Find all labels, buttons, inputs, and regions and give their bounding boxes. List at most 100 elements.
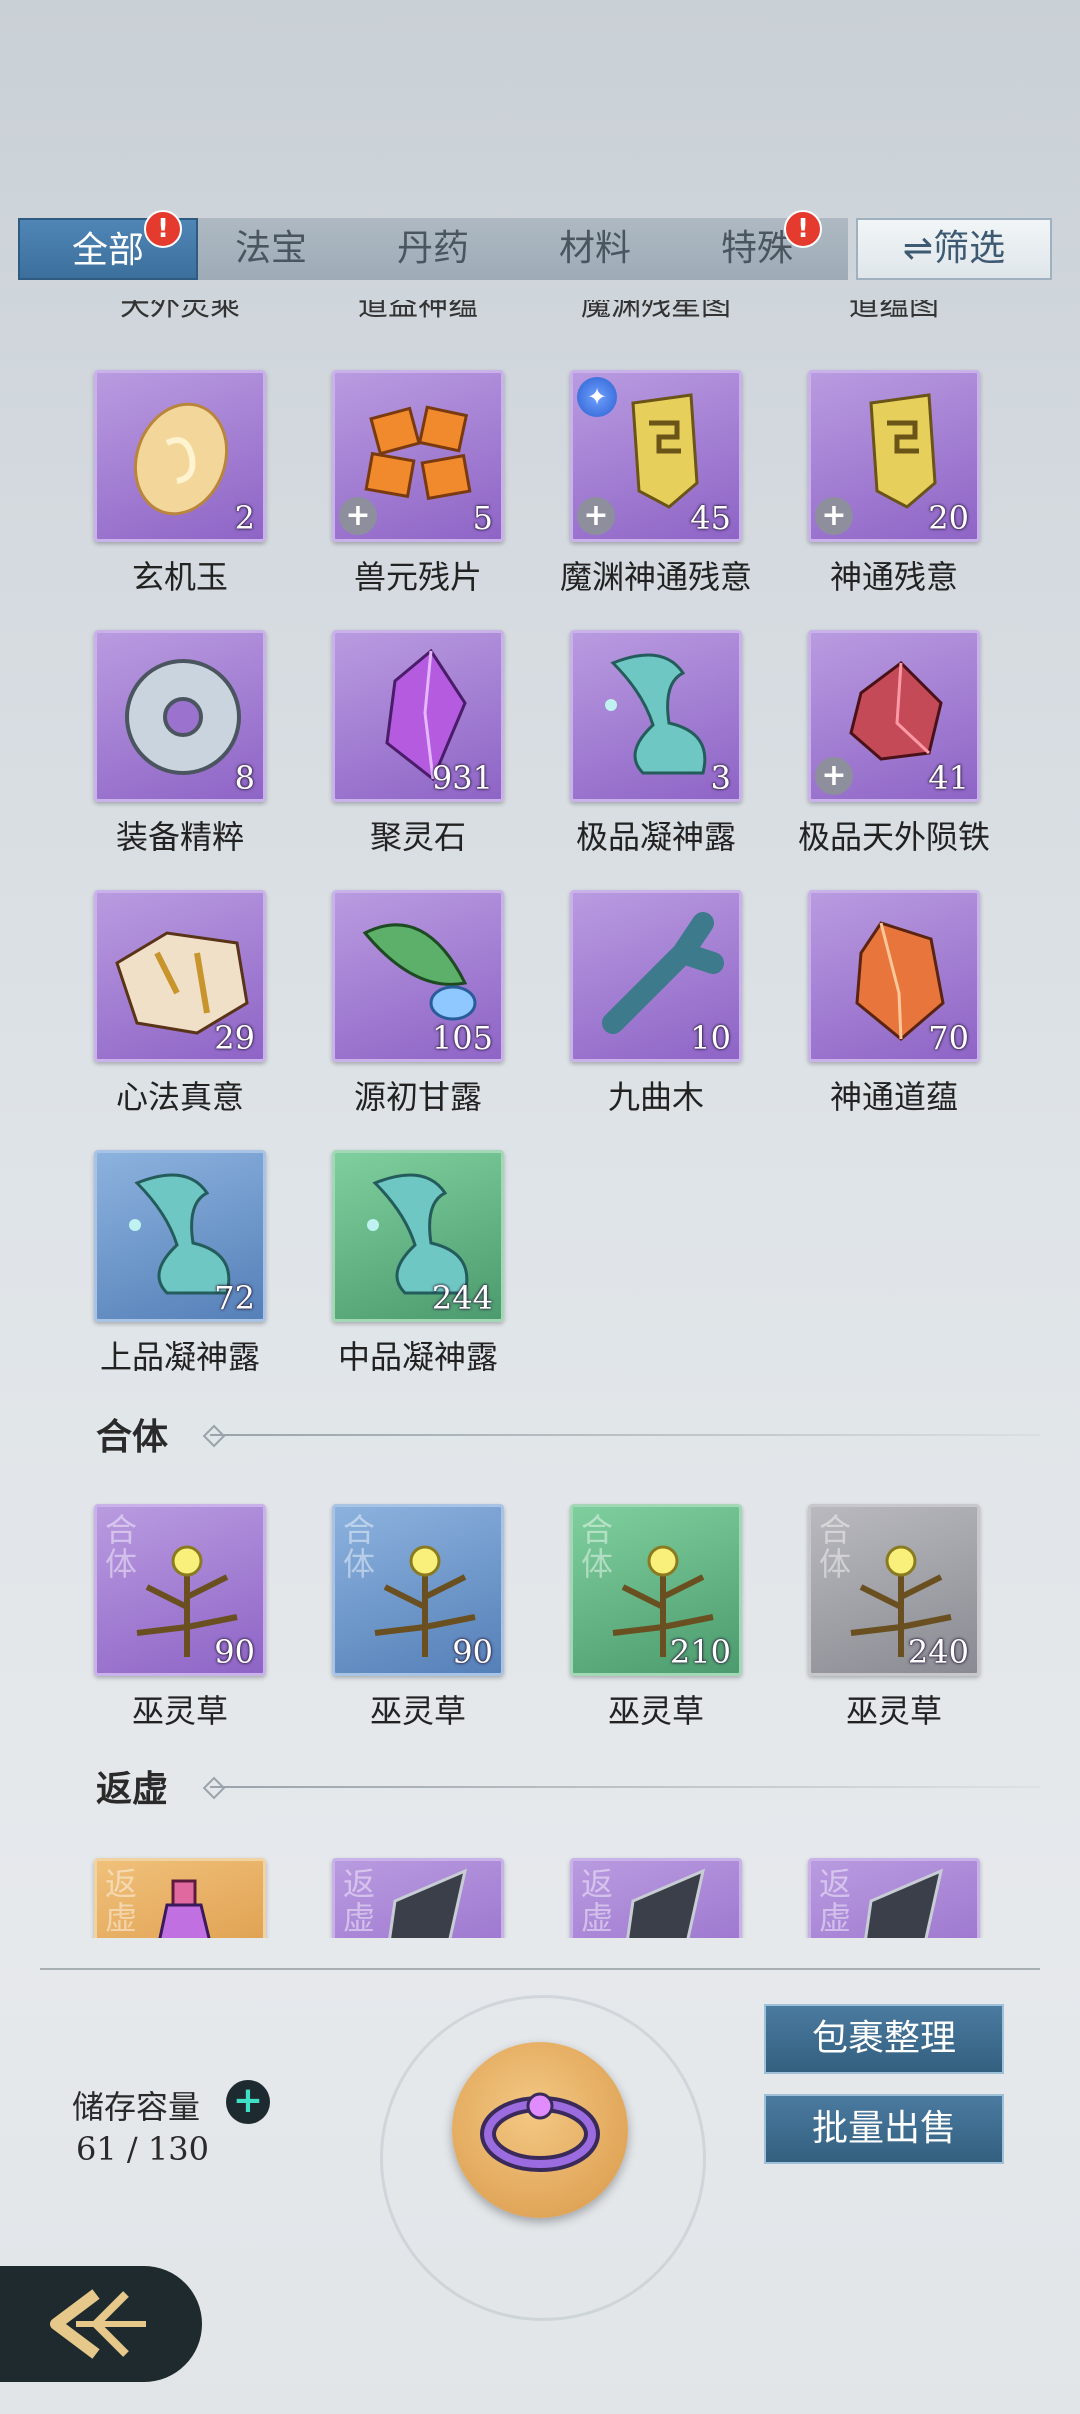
inventory-item[interactable]: 8 装备精粹 [94, 630, 266, 858]
cut-off-item-label: 天外灵乘 [120, 300, 240, 323]
item-name: 兽元残片 [353, 558, 482, 596]
category-tabs: 全部 ! 法宝 丹药 材料 特殊 ! ⇌筛选 [18, 210, 1054, 286]
inventory-item[interactable]: 2 玄机玉 [94, 370, 266, 598]
organize-bag-label: 包裹整理 [811, 2018, 956, 2059]
item-tile: 合体 90 [332, 1504, 504, 1676]
item-tile: 2 [94, 370, 266, 542]
item-tile: ✦ + 45 [570, 370, 742, 542]
inventory-item[interactable]: 合体 240 巫灵草 [808, 1504, 980, 1732]
section-title-heti: 合体 [96, 1416, 169, 1458]
item-tile: 返虚 [94, 1858, 266, 1938]
item-name: 中品凝神露 [337, 1338, 498, 1376]
tab-materials[interactable]: 材料 [505, 218, 685, 280]
tab-all-label: 全部 [71, 230, 144, 271]
tab-artifacts[interactable]: 法宝 [181, 218, 361, 280]
item-tile: 8 [94, 630, 266, 802]
item-name: 源初甘露 [353, 1078, 482, 1116]
item-tile: 合体 210 [570, 1504, 742, 1676]
section-title-fanxu: 返虚 [96, 1768, 169, 1810]
item-name: 巫灵草 [845, 1692, 942, 1730]
item-count: 90 [214, 1633, 255, 1671]
inventory-item[interactable]: + 41 极品天外陨铁 [798, 630, 990, 858]
batch-sell-button[interactable]: 批量出售 [764, 2094, 1004, 2164]
item-tile: 244 [332, 1150, 504, 1322]
inventory-item[interactable]: 3 极品凝神露 [570, 630, 742, 858]
tab-materials-label: 材料 [558, 228, 631, 269]
inventory-item[interactable]: 返虚 [570, 1858, 742, 1938]
tab-special-alert-badge: ! [784, 210, 822, 248]
inventory-item[interactable]: 70 神通道蕴 [808, 890, 980, 1118]
inventory-item[interactable]: ✦ + 45 魔渊神通残意 [560, 370, 752, 598]
inventory-item[interactable]: 返虚 [808, 1858, 980, 1938]
item-tile: 合体 240 [808, 1504, 980, 1676]
item-count: 72 [214, 1279, 255, 1317]
plus-icon: + [577, 497, 615, 535]
item-tile: + 5 [332, 370, 504, 542]
inventory-item[interactable]: 29 心法真意 [94, 890, 266, 1118]
inventory-item[interactable]: 931 聚灵石 [332, 630, 504, 858]
item-tile: 返虚 [570, 1858, 742, 1938]
inventory-scroll-area[interactable]: 天外灵乘 道益神蕴 魔渊残星图 道蕴图 2 玄机玉 + 5 兽元残片 ✦ + 4… [0, 300, 1080, 1938]
cut-off-item-label: 道蕴图 [849, 300, 939, 323]
plus-icon: + [815, 497, 853, 535]
item-tile: 返虚 [332, 1858, 504, 1938]
organize-bag-button[interactable]: 包裹整理 [764, 2004, 1004, 2074]
item-count: 3 [710, 759, 731, 797]
inventory-item[interactable]: 105 源初甘露 [332, 890, 504, 1118]
tab-pills-label: 丹药 [396, 228, 469, 269]
inventory-item[interactable]: 合体 90 巫灵草 [332, 1504, 504, 1732]
footer-divider [40, 1968, 1040, 1970]
item-count: 2 [234, 499, 255, 537]
item-tile: 931 [332, 630, 504, 802]
plus-icon: + [815, 757, 853, 795]
inventory-item[interactable]: + 5 兽元残片 [332, 370, 504, 598]
tab-pills[interactable]: 丹药 [343, 218, 523, 280]
item-tile: 105 [332, 890, 504, 1062]
inventory-item[interactable]: 244 中品凝神露 [332, 1150, 504, 1378]
item-count: 10 [690, 1019, 731, 1057]
item-tile: 29 [94, 890, 266, 1062]
item-tile: 70 [808, 890, 980, 1062]
item-tile: 返虚 [808, 1858, 980, 1938]
item-count: 45 [690, 499, 731, 537]
potion-bottle-icon [158, 1879, 211, 1938]
item-count: 210 [669, 1633, 731, 1671]
inventory-item[interactable]: 合体 210 巫灵草 [570, 1504, 742, 1732]
item-name: 极品凝神露 [575, 818, 736, 856]
dark-shard-icon [626, 1868, 706, 1938]
back-button[interactable] [0, 2266, 202, 2382]
item-name: 巫灵草 [607, 1692, 704, 1730]
inventory-item[interactable]: 10 九曲木 [570, 890, 742, 1118]
special-emblem-icon: ✦ [577, 377, 617, 417]
item-tile: 合体 90 [94, 1504, 266, 1676]
item-count: 20 [928, 499, 969, 537]
item-count: 240 [907, 1633, 969, 1671]
dark-shard-icon [388, 1868, 468, 1938]
expand-storage-plus-icon[interactable]: + [226, 2080, 270, 2124]
item-name: 巫灵草 [131, 1692, 228, 1730]
item-name: 极品天外陨铁 [797, 818, 990, 856]
batch-sell-label: 批量出售 [811, 2108, 956, 2149]
inventory-item[interactable]: 返虚 [94, 1858, 266, 1938]
item-tile: + 20 [808, 370, 980, 542]
item-name: 装备精粹 [115, 818, 244, 856]
item-count: 29 [214, 1019, 255, 1057]
item-name: 心法真意 [115, 1078, 244, 1116]
storage-capacity-value: 61 / 130 [76, 2130, 209, 2168]
inventory-item[interactable]: 返虚 [332, 1858, 504, 1938]
cut-off-item-label: 魔渊残星图 [581, 300, 731, 323]
item-name: 九曲木 [607, 1078, 704, 1116]
filter-button[interactable]: ⇌筛选 [856, 218, 1052, 280]
item-name: 玄机玉 [131, 558, 228, 596]
item-name: 巫灵草 [369, 1692, 466, 1730]
dark-shard-icon [864, 1868, 944, 1938]
storage-ring-button[interactable] [452, 2042, 628, 2218]
inventory-item[interactable]: 合体 90 巫灵草 [94, 1504, 266, 1732]
inventory-item[interactable]: + 20 神通残意 [808, 370, 980, 598]
item-tile: 10 [570, 890, 742, 1062]
tab-artifacts-label: 法宝 [234, 228, 307, 269]
item-name: 上品凝神露 [99, 1338, 260, 1376]
tab-special-label: 特殊 [720, 228, 793, 269]
inventory-item[interactable]: 72 上品凝神露 [94, 1150, 266, 1378]
cut-off-item-label: 道益神蕴 [358, 300, 478, 323]
